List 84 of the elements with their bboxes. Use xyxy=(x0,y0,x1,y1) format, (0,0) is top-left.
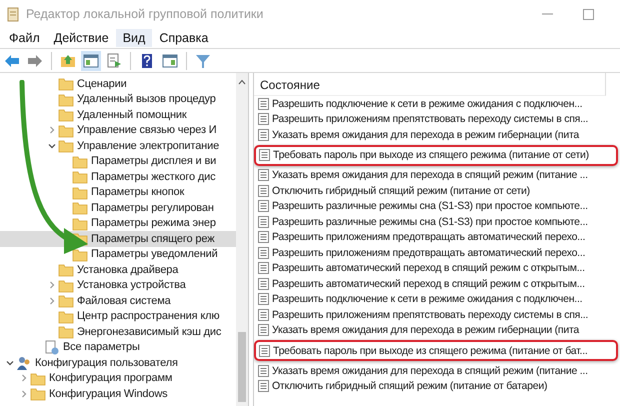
policy-row[interactable]: Указать время ожидания для перехода в режим гибернации (пита xyxy=(254,322,620,338)
policy-row[interactable]: Разрешить автоматический переход в спящий режим с открытым... xyxy=(254,260,620,276)
tree-item[interactable]: Параметры уведомлений xyxy=(0,246,236,262)
policy-row[interactable]: Указать время ожидания для перехода в режим гибернации (пита xyxy=(254,127,620,142)
column-header[interactable]: Состояние xyxy=(254,73,606,96)
policy-name: Указать время ожидания для перехода в режим гибернации (пита xyxy=(272,324,579,336)
tree-item[interactable]: Конфигурация пользователя xyxy=(0,355,236,370)
tree-item[interactable]: Параметры спящего реж xyxy=(0,231,236,246)
policy-name: Разрешить приложениям предотвращать автоматический перехо... xyxy=(272,231,586,244)
tree-item-label: Параметры кнопок xyxy=(90,186,186,198)
policy-name: Разрешить различные режимы сна (S1-S3) при простое компьюте... xyxy=(272,216,588,228)
tree-item[interactable]: Параметры кнопок xyxy=(0,184,236,200)
tree-item[interactable]: Центр распространения клю xyxy=(0,308,236,324)
tree-item[interactable]: Сценарии xyxy=(0,76,236,92)
policy-name: Разрешить подключение к сети в режиме ожидания с подключен... xyxy=(272,293,582,306)
tree-item-label: Параметры жесткого дис xyxy=(90,170,216,183)
policy-row[interactable]: Разрешить различные режимы сна (S1-S3) при простое компьюте... xyxy=(254,198,620,214)
policy-row[interactable]: Разрешить приложениям препятствовать переходу системы в спя... xyxy=(254,307,620,322)
window-title: Редактор локальной групповой политики xyxy=(26,7,264,21)
tree-item-label: Управление электропитание xyxy=(76,140,220,152)
tree-item-label: Удаленный помощник xyxy=(76,108,188,121)
policy-name: Разрешить приложениям препятствовать переходу системы в спя... xyxy=(272,113,588,126)
policy-name: Указать время ожидания для перехода в спящий режим (питание ... xyxy=(272,169,588,182)
tree-item[interactable]: Параметры жесткого дис xyxy=(0,169,236,184)
policy-row[interactable]: Разрешить различные режимы сна (S1-S3) при простое компьюте... xyxy=(254,214,620,230)
tree-item[interactable]: Конфигурация Windows xyxy=(0,386,236,402)
policy-row[interactable]: Разрешить приложениям предотвращать автоматический перехо... xyxy=(254,230,620,245)
highlighted-policy-row[interactable]: Требовать пароль при выходе из спящего режима (питание от бат... xyxy=(254,340,618,361)
tree-item-label: Управление связью через И xyxy=(76,124,218,136)
tree-item-label: Параметры уведомлений xyxy=(90,248,219,260)
tree-item-label: Параметры дисплея и ви xyxy=(90,155,218,168)
tree-item[interactable]: Параметры регулирован xyxy=(0,200,236,216)
tree-item[interactable]: Все параметры xyxy=(0,340,236,355)
menu-item[interactable]: Справка xyxy=(152,29,216,47)
tree-item[interactable]: Энергонезависимый кэш дис xyxy=(0,324,236,340)
policy-name: Отключить гибридный спящий режим (питание от сети) xyxy=(272,184,530,197)
tree-item-label: Параметры спящего реж xyxy=(90,232,216,245)
tree-item-label: Сценарии xyxy=(76,78,128,90)
tree-item[interactable]: Удаленный помощник xyxy=(0,107,236,122)
tree-item-label: Параметры режима энер xyxy=(90,217,217,230)
policy-name: Разрешить приложениям препятствовать переходу системы в спя... xyxy=(272,308,588,321)
tree-item[interactable]: Параметры дисплея и ви xyxy=(0,154,236,169)
policy-name: Требовать пароль при выходе из спящего режима (питание от бат... xyxy=(273,344,588,356)
policy-row[interactable]: Разрешить приложениям препятствовать переходу системы в спя... xyxy=(254,112,620,127)
tree-item-label: Параметры регулирован xyxy=(90,202,215,214)
highlighted-policy-row[interactable]: Требовать пароль при выходе из спящего режима (питание от сети) xyxy=(254,144,618,166)
policy-name: Указать время ожидания для перехода в спящий режим (питание ... xyxy=(272,364,588,377)
tree-item-label: Установка драйвера xyxy=(76,264,180,276)
tree-item[interactable]: Конфигурация программ xyxy=(0,370,236,386)
policy-name: Разрешить различные режимы сна (S1-S3) при простое компьюте... xyxy=(272,200,588,212)
tree-item-label: Файловая система xyxy=(76,294,172,307)
tree-item-label: Конфигурация Windows xyxy=(48,388,168,400)
tree-item[interactable]: Управление электропитание xyxy=(0,138,236,154)
policy-row[interactable]: Отключить гибридный спящий режим (питание от сети) xyxy=(254,183,620,198)
policy-name: Отключить гибридный спящий режим (питание от батареи) xyxy=(272,380,548,392)
tree-item-label: Удаленный вызов процедур xyxy=(76,93,217,106)
policy-name: Требовать пароль при выходе из спящего режима (питание от сети) xyxy=(273,149,589,161)
tree-item[interactable]: Параметры режима энер xyxy=(0,216,236,231)
tree-item-label: Центр распространения клю xyxy=(76,310,221,322)
tree-item[interactable]: Установка драйвера xyxy=(0,262,236,278)
policy-row[interactable]: Разрешить подключение к сети в режиме ожидания с подключен... xyxy=(254,292,620,307)
tree-item[interactable]: Удаленный вызов процедур xyxy=(0,92,236,107)
menu-item[interactable]: Действие xyxy=(46,29,116,47)
tree-item[interactable]: Управление связью через И xyxy=(0,122,236,138)
policy-row[interactable]: Разрешить приложениям предотвращать автоматический перехо... xyxy=(254,245,620,260)
menu-item[interactable]: Файл xyxy=(2,29,47,47)
policy-name: Указать время ожидания для перехода в режим гибернации (пита xyxy=(272,128,579,141)
tree-item-label: Все параметры xyxy=(62,341,141,354)
tree-item-label: Конфигурация пользователя xyxy=(34,356,179,369)
tree-item[interactable]: Установка устройства xyxy=(0,278,236,293)
policy-row[interactable]: Разрешить подключение к сети в режиме ожидания с подключен... xyxy=(254,96,620,112)
policy-row[interactable]: Отключить гибридный спящий режим (питание от батареи) xyxy=(254,378,620,394)
policy-row[interactable]: Разрешить автоматический переход в спящий режим с открытым... xyxy=(254,276,620,292)
policy-name: Разрешить автоматический переход в спящий режим с открытым... xyxy=(272,278,585,290)
menu-item[interactable]: Вид xyxy=(116,29,152,47)
tree-item-label: Установка устройства xyxy=(76,279,187,292)
policy-row[interactable]: Указать время ожидания для перехода в спящий режим (питание ... xyxy=(254,363,620,378)
policy-name: Разрешить автоматический переход в спящий режим с открытым... xyxy=(272,262,585,274)
policy-name: Разрешить приложениям предотвращать автоматический перехо... xyxy=(272,246,586,259)
tree-item[interactable]: Файловая система xyxy=(0,293,236,308)
tree-item-label: Конфигурация программ xyxy=(48,372,174,384)
tree-item-label: Энергонезависимый кэш дис xyxy=(76,326,222,338)
policy-row[interactable]: Указать время ожидания для перехода в спящий режим (питание ... xyxy=(254,168,620,183)
policy-name: Разрешить подключение к сети в режиме ожидания с подключен... xyxy=(272,98,582,110)
